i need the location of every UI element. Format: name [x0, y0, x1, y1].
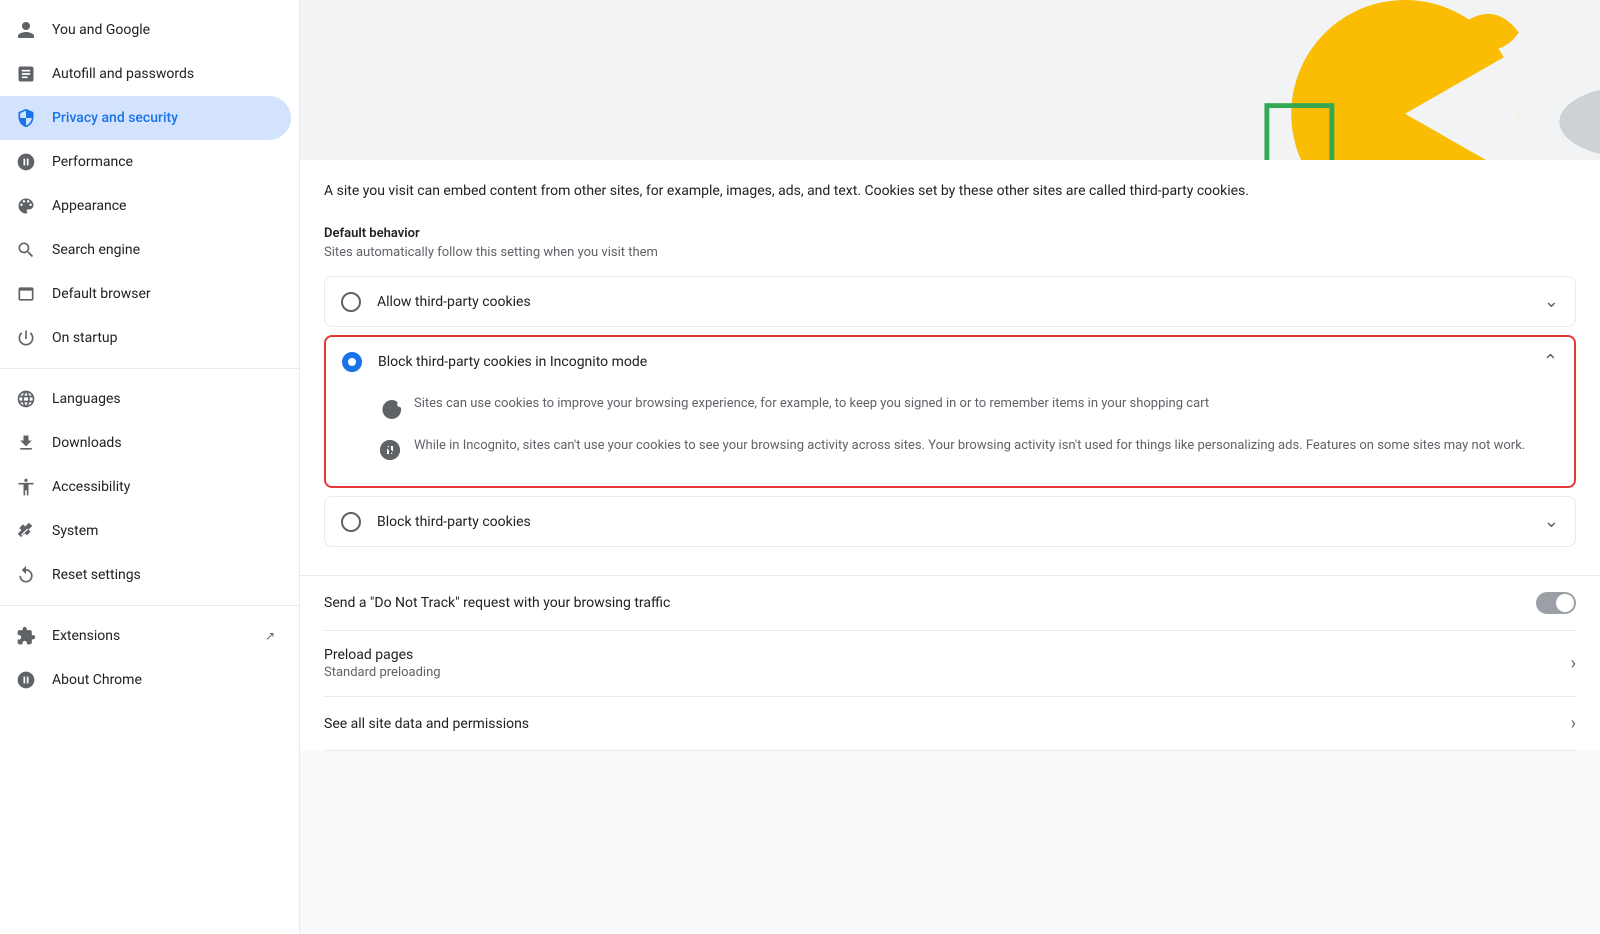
sidebar-item-extensions-label: Extensions: [52, 628, 249, 644]
hero-shapes: [300, 0, 1600, 160]
block-cookies-radio[interactable]: [341, 512, 361, 532]
sidebar-item-reset[interactable]: Reset settings: [0, 553, 291, 597]
description-text: A site you visit can embed content from …: [324, 180, 1576, 202]
sidebar-item-about-label: About Chrome: [52, 672, 275, 688]
accessibility-icon: [16, 477, 36, 497]
preload-pages-title: Preload pages: [324, 647, 1571, 663]
block-incognito-details: Sites can use cookies to improve your br…: [326, 386, 1574, 486]
block-cookies-option[interactable]: Block third-party cookies ⌄: [324, 496, 1576, 547]
palette-icon: [16, 196, 36, 216]
sidebar-item-reset-label: Reset settings: [52, 567, 275, 583]
block-cookies-chevron: ⌄: [1544, 511, 1559, 532]
sidebar-item-system-label: System: [52, 523, 275, 539]
wrench-icon: [16, 521, 36, 541]
detail-text-2: While in Incognito, sites can't use your…: [414, 436, 1525, 456]
sidebar-item-autofill-label: Autofill and passwords: [52, 66, 275, 82]
block-incognito-chevron: ⌃: [1543, 351, 1558, 372]
sidebar-item-appearance-label: Appearance: [52, 198, 275, 214]
preload-pages-subtitle: Standard preloading: [324, 665, 1571, 680]
sidebar: You and Google Autofill and passwords Pr…: [0, 0, 300, 934]
do-not-track-row: Send a "Do Not Track" request with your …: [324, 576, 1576, 631]
block-incognito-radio[interactable]: [342, 352, 362, 372]
sidebar-item-you-google[interactable]: You and Google: [0, 8, 291, 52]
block-incognito-header[interactable]: Block third-party cookies in Incognito m…: [326, 337, 1574, 386]
sidebar-item-default-browser-label: Default browser: [52, 286, 275, 302]
chrome-icon: [16, 670, 36, 690]
search-icon: [16, 240, 36, 260]
sidebar-item-performance-label: Performance: [52, 154, 275, 170]
site-data-content: See all site data and permissions: [324, 716, 1571, 732]
nav-separator-1: [0, 368, 299, 369]
do-not-track-toggle[interactable]: [1536, 592, 1576, 614]
puzzle-icon: [16, 626, 36, 646]
sidebar-item-downloads[interactable]: Downloads: [0, 421, 291, 465]
sidebar-item-accessibility[interactable]: Accessibility: [0, 465, 291, 509]
sidebar-item-performance[interactable]: Performance: [0, 140, 291, 184]
settings-sections: Send a "Do Not Track" request with your …: [300, 575, 1600, 751]
block-incognito-option[interactable]: Block third-party cookies in Incognito m…: [324, 335, 1576, 488]
site-data-title: See all site data and permissions: [324, 716, 1571, 732]
detail-item-2: While in Incognito, sites can't use your…: [378, 428, 1558, 470]
default-behavior-title: Default behavior: [324, 226, 1576, 241]
sidebar-item-privacy-label: Privacy and security: [52, 110, 275, 126]
allow-cookies-radio[interactable]: [341, 292, 361, 312]
speed-icon: [16, 152, 36, 172]
block-cookies-label: Block third-party cookies: [377, 514, 1528, 530]
preload-pages-row[interactable]: Preload pages Standard preloading ›: [324, 631, 1576, 697]
sidebar-item-about[interactable]: About Chrome: [0, 658, 291, 702]
sidebar-item-accessibility-label: Accessibility: [52, 479, 275, 495]
sidebar-item-extensions[interactable]: Extensions ↗: [0, 614, 291, 658]
external-link-icon: ↗: [265, 629, 275, 643]
shield-icon: [16, 108, 36, 128]
default-behavior-section: Default behavior Sites automatically fol…: [324, 226, 1576, 260]
nav-separator-2: [0, 605, 299, 606]
default-behavior-subtitle: Sites automatically follow this setting …: [324, 245, 1576, 260]
preload-pages-arrow: ›: [1571, 653, 1576, 674]
block-incognito-label: Block third-party cookies in Incognito m…: [378, 354, 1527, 370]
allow-cookies-label: Allow third-party cookies: [377, 294, 1528, 310]
sidebar-item-downloads-label: Downloads: [52, 435, 275, 451]
detail-item-1: Sites can use cookies to improve your br…: [378, 386, 1558, 428]
site-data-arrow: ›: [1571, 713, 1576, 734]
allow-cookies-chevron: ⌄: [1544, 291, 1559, 312]
sidebar-item-you-google-label: You and Google: [52, 22, 275, 38]
sidebar-item-appearance[interactable]: Appearance: [0, 184, 291, 228]
sidebar-item-search-label: Search engine: [52, 242, 275, 258]
download-icon: [16, 433, 36, 453]
cookie-icon: [378, 396, 402, 420]
sidebar-item-on-startup-label: On startup: [52, 330, 275, 346]
main-content: A site you visit can embed content from …: [300, 0, 1600, 934]
sidebar-item-languages-label: Languages: [52, 391, 275, 407]
browser-icon: [16, 284, 36, 304]
reset-icon: [16, 565, 36, 585]
sidebar-item-search[interactable]: Search engine: [0, 228, 291, 272]
allow-cookies-option[interactable]: Allow third-party cookies ⌄: [324, 276, 1576, 327]
person-icon: [16, 20, 36, 40]
detail-text-1: Sites can use cookies to improve your br…: [414, 394, 1209, 414]
sidebar-item-system[interactable]: System: [0, 509, 291, 553]
preload-pages-content: Preload pages Standard preloading: [324, 647, 1571, 680]
do-not-track-label: Send a "Do Not Track" request with your …: [324, 595, 670, 611]
sidebar-item-languages[interactable]: Languages: [0, 377, 291, 421]
globe-icon: [16, 389, 36, 409]
sidebar-item-privacy[interactable]: Privacy and security: [0, 96, 291, 140]
block-icon: [378, 438, 402, 462]
description-section: A site you visit can embed content from …: [300, 160, 1600, 575]
sidebar-item-on-startup[interactable]: On startup: [0, 316, 291, 360]
sidebar-item-autofill[interactable]: Autofill and passwords: [0, 52, 291, 96]
sidebar-item-default-browser[interactable]: Default browser: [0, 272, 291, 316]
power-icon: [16, 328, 36, 348]
site-data-row[interactable]: See all site data and permissions ›: [324, 697, 1576, 751]
article-icon: [16, 64, 36, 84]
hero-section: [300, 0, 1600, 160]
